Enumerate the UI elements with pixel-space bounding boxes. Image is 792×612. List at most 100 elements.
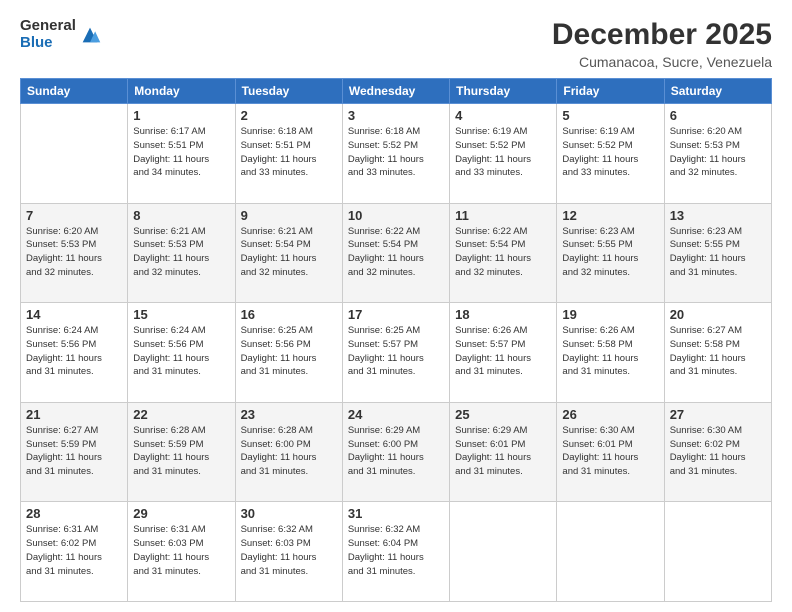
day-number: 4 [455, 108, 551, 123]
day-number: 18 [455, 307, 551, 322]
table-row: 25Sunrise: 6:29 AM Sunset: 6:01 PM Dayli… [450, 402, 557, 502]
day-info: Sunrise: 6:21 AM Sunset: 5:53 PM Dayligh… [133, 225, 229, 280]
col-wednesday: Wednesday [342, 79, 449, 104]
table-row: 15 Sunrise: 6:24 AM Sunset: 5:56 PM Dayli… [128, 303, 235, 403]
day-info: Sunrise: 6:25 AM Sunset: 5:57 PM Dayligh… [348, 324, 444, 379]
day-number: 28 [26, 506, 122, 521]
day-info: Sunrise: 6:27 AM Sunset: 5:59 PM Dayligh… [26, 424, 122, 479]
day-info: Sunrise: 6:21 AM Sunset: 5:54 PM Dayligh… [241, 225, 337, 280]
col-sunday: Sunday [21, 79, 128, 104]
table-row: 6Sunrise: 6:20 AM Sunset: 5:53 PM Daylig… [664, 104, 771, 204]
table-row: 29 Sunrise: 6:31 AM Sunset: 6:03 PM Dayli… [128, 502, 235, 602]
day-number: 19 [562, 307, 658, 322]
table-row: 13 Sunrise: 6:23 AM Sunset: 5:55 PM Dayli… [664, 203, 771, 303]
day-info: Sunrise: 6:24 AM Sunset: 5:56 PM Dayligh… [133, 324, 229, 379]
day-info: Sunrise: 6:25 AM Sunset: 5:56 PM Dayligh… [241, 324, 337, 379]
day-info: Sunrise: 6:28 AM Sunset: 6:00 PM Dayligh… [241, 424, 337, 479]
day-number: 9 [241, 208, 337, 223]
day-info: Sunrise: 6:26 AM Sunset: 5:58 PM Dayligh… [562, 324, 658, 379]
table-row: 9 Sunrise: 6:21 AM Sunset: 5:54 PM Daylig… [235, 203, 342, 303]
day-number: 12 [562, 208, 658, 223]
day-number: 24 [348, 407, 444, 422]
logo-general: General [20, 18, 76, 35]
table-row: 3 Sunrise: 6:18 AM Sunset: 5:52 PM Daylig… [342, 104, 449, 204]
day-info: Sunrise: 6:17 AM Sunset: 5:51 PM Dayligh… [133, 125, 229, 180]
day-info: Sunrise: 6:19 AM Sunset: 5:52 PM Dayligh… [455, 125, 551, 180]
table-row: 2Sunrise: 6:18 AM Sunset: 5:51 PM Daylig… [235, 104, 342, 204]
calendar-week-row: 1Sunrise: 6:17 AM Sunset: 5:51 PM Daylig… [21, 104, 772, 204]
day-info: Sunrise: 6:31 AM Sunset: 6:02 PM Dayligh… [26, 523, 122, 578]
day-number: 3 [348, 108, 444, 123]
table-row [557, 502, 664, 602]
day-info: Sunrise: 6:23 AM Sunset: 5:55 PM Dayligh… [670, 225, 766, 280]
logo-text: General Blue [20, 18, 76, 51]
day-info: Sunrise: 6:19 AM Sunset: 5:52 PM Dayligh… [562, 125, 658, 180]
day-info: Sunrise: 6:22 AM Sunset: 5:54 PM Dayligh… [348, 225, 444, 280]
location: Cumanacoa, Sucre, Venezuela [552, 54, 772, 70]
logo-icon [79, 24, 101, 46]
day-number: 23 [241, 407, 337, 422]
table-row: 23 Sunrise: 6:28 AM Sunset: 6:00 PM Dayli… [235, 402, 342, 502]
day-info: Sunrise: 6:20 AM Sunset: 5:53 PM Dayligh… [670, 125, 766, 180]
table-row: 12 Sunrise: 6:23 AM Sunset: 5:55 PM Dayli… [557, 203, 664, 303]
day-info: Sunrise: 6:32 AM Sunset: 6:04 PM Dayligh… [348, 523, 444, 578]
day-info: Sunrise: 6:32 AM Sunset: 6:03 PM Dayligh… [241, 523, 337, 578]
day-number: 20 [670, 307, 766, 322]
day-info: Sunrise: 6:28 AM Sunset: 5:59 PM Dayligh… [133, 424, 229, 479]
day-number: 14 [26, 307, 122, 322]
day-number: 15 [133, 307, 229, 322]
day-number: 17 [348, 307, 444, 322]
table-row: 31 Sunrise: 6:32 AM Sunset: 6:04 PM Dayli… [342, 502, 449, 602]
table-row: 16 Sunrise: 6:25 AM Sunset: 5:56 PM Dayli… [235, 303, 342, 403]
table-row: 20Sunrise: 6:27 AM Sunset: 5:58 PM Dayli… [664, 303, 771, 403]
table-row: 1Sunrise: 6:17 AM Sunset: 5:51 PM Daylig… [128, 104, 235, 204]
table-row: 14 Sunrise: 6:24 AM Sunset: 5:56 PM Dayli… [21, 303, 128, 403]
day-number: 11 [455, 208, 551, 223]
day-number: 2 [241, 108, 337, 123]
day-info: Sunrise: 6:30 AM Sunset: 6:02 PM Dayligh… [670, 424, 766, 479]
table-row: 21 Sunrise: 6:27 AM Sunset: 5:59 PM Dayli… [21, 402, 128, 502]
day-info: Sunrise: 6:31 AM Sunset: 6:03 PM Dayligh… [133, 523, 229, 578]
day-number: 27 [670, 407, 766, 422]
day-info: Sunrise: 6:23 AM Sunset: 5:55 PM Dayligh… [562, 225, 658, 280]
table-row: 4 Sunrise: 6:19 AM Sunset: 5:52 PM Daylig… [450, 104, 557, 204]
day-number: 21 [26, 407, 122, 422]
day-info: Sunrise: 6:26 AM Sunset: 5:57 PM Dayligh… [455, 324, 551, 379]
col-tuesday: Tuesday [235, 79, 342, 104]
calendar-week-row: 14 Sunrise: 6:24 AM Sunset: 5:56 PM Dayli… [21, 303, 772, 403]
table-row: 26Sunrise: 6:30 AM Sunset: 6:01 PM Dayli… [557, 402, 664, 502]
col-friday: Friday [557, 79, 664, 104]
col-saturday: Saturday [664, 79, 771, 104]
day-info: Sunrise: 6:18 AM Sunset: 5:52 PM Dayligh… [348, 125, 444, 180]
day-number: 16 [241, 307, 337, 322]
table-row: 11 Sunrise: 6:22 AM Sunset: 5:54 PM Dayli… [450, 203, 557, 303]
day-info: Sunrise: 6:22 AM Sunset: 5:54 PM Dayligh… [455, 225, 551, 280]
day-number: 7 [26, 208, 122, 223]
table-row [450, 502, 557, 602]
table-row: 28 Sunrise: 6:31 AM Sunset: 6:02 PM Dayli… [21, 502, 128, 602]
day-number: 31 [348, 506, 444, 521]
day-number: 26 [562, 407, 658, 422]
table-row: 22 Sunrise: 6:28 AM Sunset: 5:59 PM Dayli… [128, 402, 235, 502]
col-monday: Monday [128, 79, 235, 104]
month-title: December 2025 [552, 18, 772, 52]
day-number: 29 [133, 506, 229, 521]
day-number: 5 [562, 108, 658, 123]
day-number: 22 [133, 407, 229, 422]
day-info: Sunrise: 6:20 AM Sunset: 5:53 PM Dayligh… [26, 225, 122, 280]
table-row: 5 Sunrise: 6:19 AM Sunset: 5:52 PM Daylig… [557, 104, 664, 204]
table-row: 17 Sunrise: 6:25 AM Sunset: 5:57 PM Dayli… [342, 303, 449, 403]
logo-blue: Blue [20, 35, 76, 52]
logo: General Blue [20, 18, 101, 51]
table-row: 30Sunrise: 6:32 AM Sunset: 6:03 PM Dayli… [235, 502, 342, 602]
header: General Blue December 2025 Cumanacoa, Su… [20, 18, 772, 70]
table-row: 10Sunrise: 6:22 AM Sunset: 5:54 PM Dayli… [342, 203, 449, 303]
table-row: 27 Sunrise: 6:30 AM Sunset: 6:02 PM Dayli… [664, 402, 771, 502]
table-row: 8 Sunrise: 6:21 AM Sunset: 5:53 PM Daylig… [128, 203, 235, 303]
day-info: Sunrise: 6:24 AM Sunset: 5:56 PM Dayligh… [26, 324, 122, 379]
table-row [664, 502, 771, 602]
day-number: 13 [670, 208, 766, 223]
table-row: 7 Sunrise: 6:20 AM Sunset: 5:53 PM Daylig… [21, 203, 128, 303]
day-number: 8 [133, 208, 229, 223]
calendar-table: Sunday Monday Tuesday Wednesday Thursday… [20, 78, 772, 602]
